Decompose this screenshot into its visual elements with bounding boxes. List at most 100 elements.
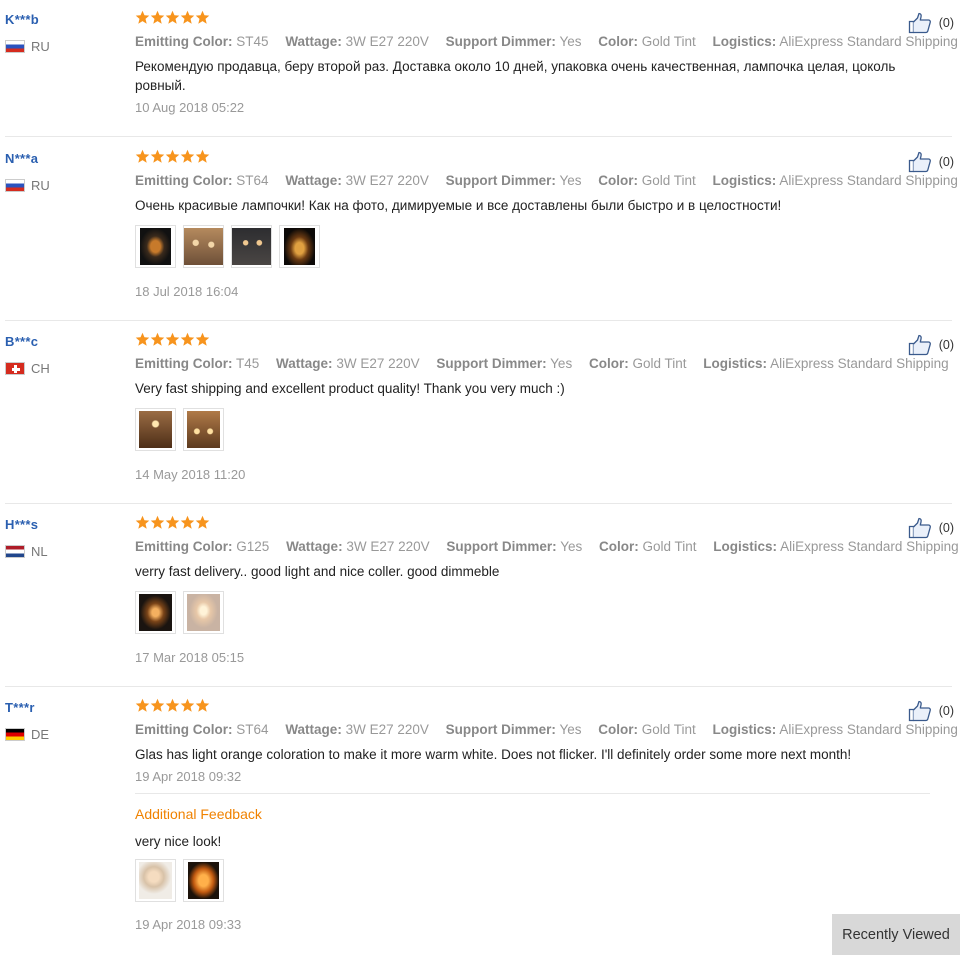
divider (5, 320, 952, 321)
additional-feedback-text: very nice look! (135, 834, 222, 849)
review-item: H***s NL Emitting Color: G125 Wattage: 3… (0, 505, 960, 687)
reviewer-country: DE (5, 727, 49, 742)
attr-key: Support Dimmer: (445, 34, 556, 49)
review-item: N***a RU Emitting Color: ST64 Wattage: 3… (0, 139, 960, 321)
review-content: Emitting Color: ST64 Wattage: 3W E27 220… (135, 149, 958, 299)
flag-ru-icon (5, 179, 25, 192)
thumbs-up-icon[interactable] (908, 12, 932, 34)
attr-key: Wattage: (285, 173, 342, 188)
attr-key: Logistics: (712, 34, 777, 49)
star-rating (135, 10, 930, 30)
additional-feedback-title: Additional Feedback (135, 806, 262, 822)
review-photo-thumb[interactable] (183, 408, 224, 451)
attr-value: AliExpress Standard Shipping (770, 356, 949, 371)
attr-key: Color: (598, 173, 638, 188)
country-code: RU (31, 39, 50, 54)
reviewer-name[interactable]: N***a (5, 151, 50, 166)
thumbs-up-icon[interactable] (908, 517, 932, 539)
review-photo-thumb[interactable] (183, 591, 224, 634)
attr-value: Yes (559, 722, 582, 737)
attr-value: Yes (560, 539, 583, 554)
attr-value: 3W E27 220V (336, 356, 420, 371)
reviewer: B***c CH (5, 334, 50, 376)
attr-value: Yes (559, 173, 582, 188)
review-photo-thumb[interactable] (183, 225, 224, 268)
helpful-count: (0) (938, 16, 954, 30)
attr-key: Emitting Color: (135, 539, 233, 554)
thumbs-up-icon[interactable] (908, 700, 932, 722)
review-content: Emitting Color: G125 Wattage: 3W E27 220… (135, 515, 959, 665)
review-photo-thumb[interactable] (135, 591, 176, 634)
reviewer-name[interactable]: H***s (5, 517, 48, 532)
star-icon (195, 149, 210, 164)
reviewer: H***s NL (5, 517, 48, 559)
thumbs-up-icon[interactable] (908, 151, 932, 173)
attr-key: Support Dimmer: (445, 173, 556, 188)
flag-nl-icon (5, 545, 25, 558)
reviewer-country: NL (5, 544, 48, 559)
review-text: Очень красивые лампочки! Как на фото, ди… (135, 198, 782, 213)
country-code: DE (31, 727, 50, 742)
attr-key: Logistics: (703, 356, 768, 371)
star-icon (135, 149, 150, 164)
reviewer: N***a RU (5, 151, 50, 193)
star-icon (150, 515, 165, 530)
attr-value: AliExpress Standard Shipping (779, 722, 958, 737)
helpful-count: (0) (938, 521, 954, 535)
helpful-button[interactable]: (0) (908, 12, 954, 34)
star-icon (165, 698, 180, 713)
review-photos (135, 225, 930, 268)
attr-value: Gold Tint (632, 356, 687, 371)
attr-key: Emitting Color: (135, 722, 233, 737)
review-date: 14 May 2018 11:20 (135, 467, 246, 482)
helpful-button[interactable]: (0) (908, 334, 954, 356)
star-icon (165, 332, 180, 347)
review-content: Emitting Color: ST45 Wattage: 3W E27 220… (135, 10, 958, 115)
star-icon (150, 698, 165, 713)
star-rating (135, 698, 930, 718)
reviewer-country: CH (5, 361, 50, 376)
review-photo-thumb[interactable] (183, 859, 224, 902)
order-attributes: Emitting Color: ST64 Wattage: 3W E27 220… (135, 722, 958, 737)
country-code: NL (31, 544, 48, 559)
star-icon (135, 332, 150, 347)
attr-value: Gold Tint (641, 722, 696, 737)
review-photos (135, 591, 930, 634)
review-photo-thumb[interactable] (135, 225, 176, 268)
helpful-button[interactable]: (0) (908, 700, 954, 722)
reviewer-name[interactable]: T***r (5, 700, 49, 715)
reviewer-name[interactable]: B***c (5, 334, 50, 349)
star-icon (180, 698, 195, 713)
reviewer-country: RU (5, 39, 50, 54)
recently-viewed-button[interactable]: Recently Viewed (832, 914, 960, 955)
reviewer: K***b RU (5, 12, 50, 54)
attr-value: Gold Tint (642, 539, 697, 554)
helpful-button[interactable]: (0) (908, 517, 954, 539)
order-attributes: Emitting Color: G125 Wattage: 3W E27 220… (135, 539, 959, 554)
flag-ru-icon (5, 40, 25, 53)
additional-feedback-date: 19 Apr 2018 09:33 (135, 917, 242, 932)
review-photo-thumb[interactable] (135, 408, 176, 451)
attr-value: AliExpress Standard Shipping (780, 539, 959, 554)
country-code: RU (31, 178, 50, 193)
attr-value: ST64 (236, 173, 269, 188)
review-photo-thumb[interactable] (231, 225, 272, 268)
attr-value: 3W E27 220V (346, 539, 430, 554)
attr-value: 3W E27 220V (345, 722, 429, 737)
reviewer-country: RU (5, 178, 50, 193)
helpful-button[interactable]: (0) (908, 151, 954, 173)
order-attributes: Emitting Color: T45 Wattage: 3W E27 220V… (135, 356, 949, 371)
review-photo-thumb[interactable] (135, 859, 176, 902)
attr-key: Logistics: (713, 539, 778, 554)
reviewer-name[interactable]: K***b (5, 12, 50, 27)
divider (5, 503, 952, 504)
star-icon (180, 149, 195, 164)
order-attributes: Emitting Color: ST64 Wattage: 3W E27 220… (135, 173, 958, 188)
star-icon (135, 10, 150, 25)
attr-value: Yes (550, 356, 573, 371)
review-photo-thumb[interactable] (279, 225, 320, 268)
thumbs-up-icon[interactable] (908, 334, 932, 356)
attr-key: Logistics: (712, 722, 777, 737)
review-date: 17 Mar 2018 05:15 (135, 650, 245, 665)
attr-value: ST45 (236, 34, 269, 49)
